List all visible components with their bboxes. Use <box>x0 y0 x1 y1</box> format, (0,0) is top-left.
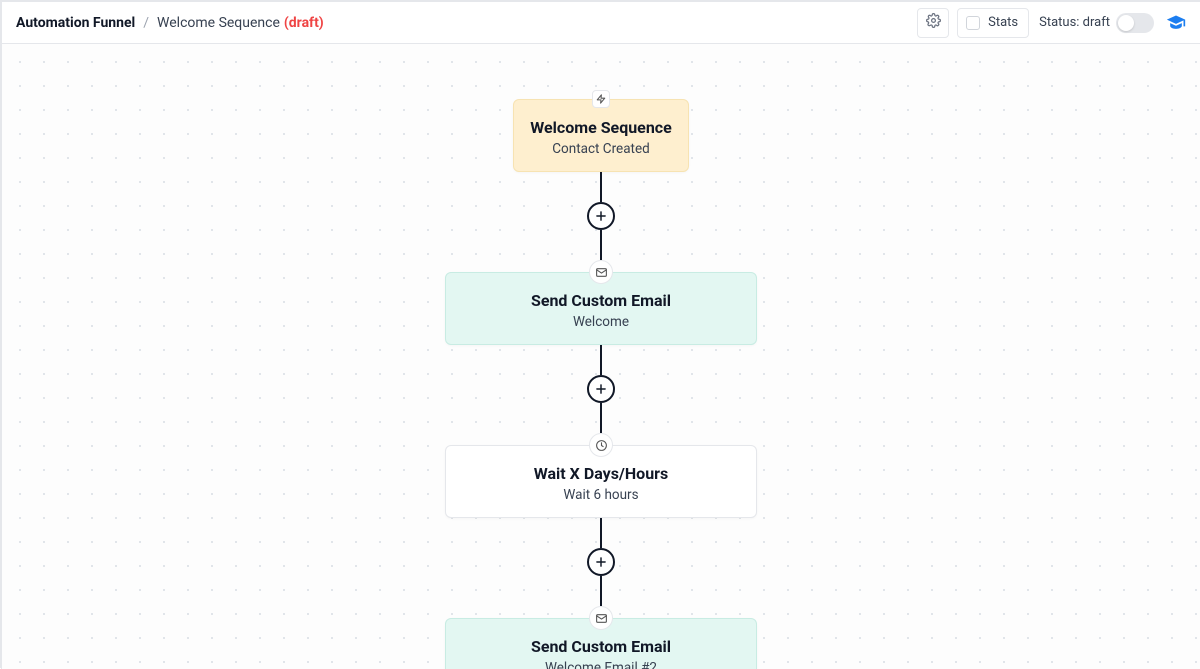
add-step-button[interactable] <box>587 375 615 403</box>
connector <box>587 172 615 260</box>
mail-icon <box>589 260 613 284</box>
clock-icon <box>589 433 613 457</box>
status-label: Status: draft <box>1039 15 1110 30</box>
settings-button[interactable] <box>917 8 949 38</box>
bolt-icon <box>592 90 610 108</box>
node-title: Send Custom Email <box>458 291 744 310</box>
stats-toggle-button[interactable]: Stats <box>957 8 1029 38</box>
stats-checkbox <box>966 16 980 30</box>
node-subtitle: Welcome <box>458 314 744 330</box>
stats-label: Stats <box>988 15 1018 30</box>
flow-column: Welcome Sequence Contact Created Send Cu… <box>445 90 757 669</box>
connector <box>587 345 615 433</box>
flow-canvas[interactable]: Welcome Sequence Contact Created Send Cu… <box>2 44 1200 669</box>
top-bar: Automation Funnel / Welcome Sequence (dr… <box>2 2 1200 44</box>
breadcrumb-root[interactable]: Automation Funnel <box>16 15 135 31</box>
node-title: Welcome Sequence <box>526 118 676 137</box>
breadcrumb-status: (draft) <box>284 15 324 31</box>
status-toggle[interactable] <box>1116 13 1154 33</box>
node-trigger[interactable]: Welcome Sequence Contact Created <box>513 99 689 172</box>
node-title: Send Custom Email <box>458 637 744 656</box>
connector <box>587 518 615 606</box>
breadcrumb-name: Welcome Sequence <box>157 15 280 31</box>
toggle-knob <box>1118 15 1134 31</box>
breadcrumb-separator: / <box>143 15 149 31</box>
mail-icon <box>589 606 613 630</box>
add-step-button[interactable] <box>587 548 615 576</box>
node-title: Wait X Days/Hours <box>458 464 744 483</box>
gear-icon <box>926 13 941 32</box>
node-subtitle: Wait 6 hours <box>458 487 744 503</box>
node-subtitle: Contact Created <box>526 141 676 157</box>
help-icon[interactable] <box>1166 13 1186 33</box>
add-step-button[interactable] <box>587 202 615 230</box>
